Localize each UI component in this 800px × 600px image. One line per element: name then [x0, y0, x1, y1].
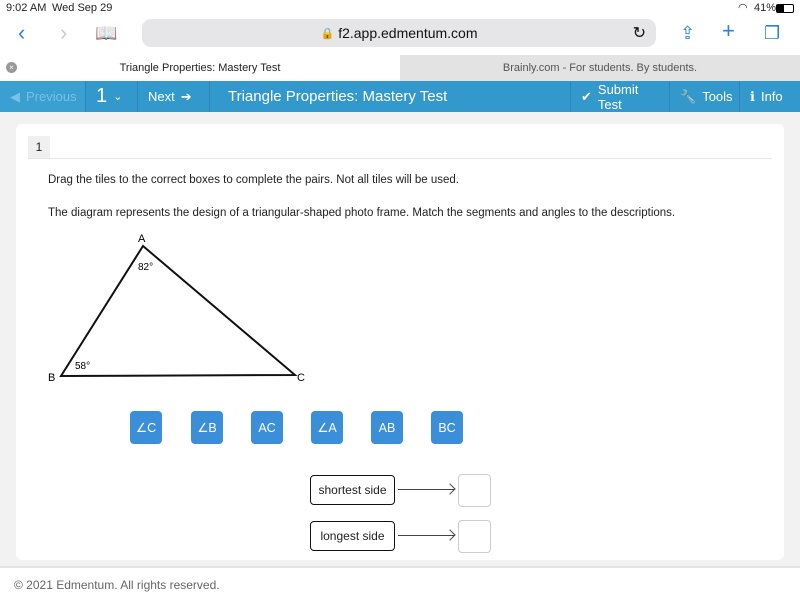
drop-box-shortest-side[interactable]: [458, 474, 491, 507]
vertex-c-label: C: [297, 372, 305, 384]
drop-box-longest-side[interactable]: [458, 520, 491, 553]
tile-bc[interactable]: BC: [431, 411, 463, 444]
arrow-icon: [398, 535, 454, 536]
vertex-b-label: B: [48, 372, 55, 384]
triangle-diagram: A B C 82° 58°: [48, 233, 305, 384]
angle-b-label: 58°: [75, 361, 90, 372]
pair-label-longest-side: longest side: [310, 521, 395, 551]
tile-angle-a[interactable]: ∠A: [311, 411, 343, 444]
arrow-icon: [398, 489, 454, 490]
tile-angle-c[interactable]: ∠C: [130, 411, 162, 444]
triangle-shape: [59, 244, 298, 378]
pair-label-shortest-side: shortest side: [310, 475, 395, 505]
angle-a-label: 82°: [138, 262, 153, 273]
tile-ab[interactable]: AB: [371, 411, 403, 444]
footer: © 2021 Edmentum. All rights reserved.: [0, 566, 800, 600]
tile-angle-b[interactable]: ∠B: [191, 411, 223, 444]
vertex-a-label: A: [138, 233, 146, 245]
tile-ac[interactable]: AC: [251, 411, 283, 444]
